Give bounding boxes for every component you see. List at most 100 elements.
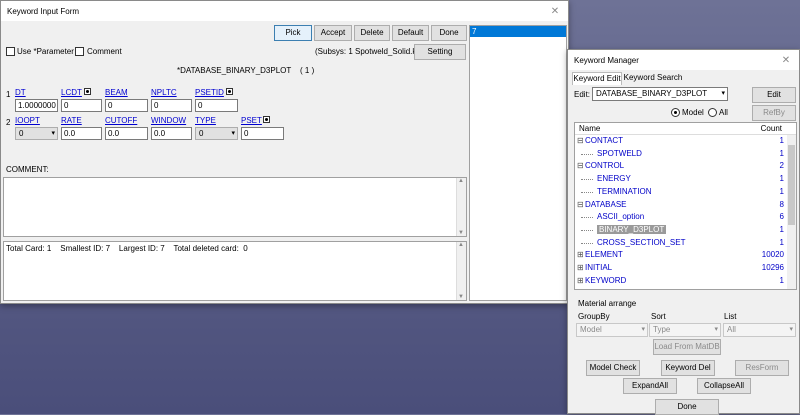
tree-item-name: ASCII_option bbox=[597, 212, 645, 222]
tree-row[interactable]: ⊞ ELEMENT 10020 bbox=[575, 250, 796, 262]
kif-titlebar[interactable]: Keyword Input Form ✕ bbox=[1, 1, 568, 21]
comment-textarea[interactable]: ▲ ▼ bbox=[3, 177, 467, 237]
type-label[interactable]: TYPE bbox=[195, 116, 216, 125]
edit-label: Edit: bbox=[574, 90, 591, 99]
psetid-pick-icon[interactable] bbox=[226, 88, 233, 95]
collapse-icon[interactable]: ⊟ bbox=[577, 136, 584, 145]
tree-scrollbar[interactable] bbox=[787, 135, 796, 289]
close-icon[interactable]: ✕ bbox=[548, 6, 562, 17]
all-radio[interactable] bbox=[708, 108, 717, 117]
tree-item-name: BINARY_D3PLOT bbox=[597, 224, 667, 234]
npltc-field[interactable]: 0 bbox=[151, 99, 192, 112]
type-select[interactable]: 0 ▾ bbox=[195, 127, 238, 140]
collapse-icon[interactable]: ⊟ bbox=[577, 200, 584, 209]
lcdt-field[interactable]: 0 bbox=[61, 99, 102, 112]
pset-pick-icon[interactable] bbox=[263, 116, 270, 123]
scroll-up-icon[interactable]: ▲ bbox=[458, 178, 464, 184]
comment-scrollbar[interactable]: ▲ ▼ bbox=[456, 178, 466, 236]
status-scrollbar[interactable]: ▲ ▼ bbox=[456, 242, 466, 300]
pset-field[interactable]: 0 bbox=[241, 127, 284, 140]
tree-row[interactable]: ASCII_option 6 bbox=[575, 212, 796, 224]
pick-button[interactable]: Pick bbox=[274, 25, 312, 41]
expand-icon[interactable]: ⊞ bbox=[577, 263, 584, 272]
accept-button[interactable]: Accept bbox=[314, 25, 352, 41]
model-check-button[interactable]: Model Check bbox=[586, 360, 640, 376]
tree-row[interactable]: ENERGY 1 bbox=[575, 174, 796, 186]
expand-icon[interactable]: ⊞ bbox=[577, 276, 584, 285]
ioopt-select[interactable]: 0 ▾ bbox=[15, 127, 58, 140]
tree-item-count: 1 bbox=[779, 136, 784, 145]
use-parameter-checkbox[interactable] bbox=[6, 47, 15, 56]
npltc-label[interactable]: NPLTC bbox=[151, 88, 177, 97]
load-from-matdb-button[interactable]: Load From MatDB bbox=[653, 339, 721, 355]
model-radio[interactable] bbox=[671, 108, 680, 117]
tree-row[interactable]: ⊟ DATABASE 8 bbox=[575, 200, 796, 212]
cutoff-label[interactable]: CUTOFF bbox=[105, 116, 137, 125]
pset-label[interactable]: PSET bbox=[241, 116, 262, 125]
tree-row[interactable]: CROSS_SECTION_SET 1 bbox=[575, 238, 796, 250]
rate-field[interactable]: 0.0 bbox=[61, 127, 102, 140]
tree-row[interactable]: TERMINATION 1 bbox=[575, 187, 796, 199]
expand-icon[interactable]: ⊞ bbox=[577, 250, 584, 259]
resform-button[interactable]: ResForm bbox=[735, 360, 789, 376]
tab-keyword-search[interactable]: Keyword Search bbox=[623, 72, 683, 84]
sort-label: Sort bbox=[651, 312, 666, 321]
list-select[interactable]: All ▾ bbox=[723, 323, 796, 337]
id-list-item[interactable]: 7 bbox=[470, 26, 566, 37]
refby-button[interactable]: RefBy bbox=[752, 105, 796, 121]
tree-row[interactable]: ⊞ INITIAL 10296 bbox=[575, 263, 796, 275]
setting-button[interactable]: Setting bbox=[414, 44, 466, 60]
keyword-del-button[interactable]: Keyword Del bbox=[661, 360, 715, 376]
dt-field[interactable]: 1.0000000 bbox=[15, 99, 58, 112]
km-title: Keyword Manager bbox=[574, 55, 639, 65]
dt-label[interactable]: DT bbox=[15, 88, 26, 97]
cutoff-field[interactable]: 0.0 bbox=[105, 127, 148, 140]
edit-keyword-select[interactable]: DATABASE_BINARY_D3PLOT ▾ bbox=[592, 87, 728, 101]
rate-label[interactable]: RATE bbox=[61, 116, 82, 125]
lcdt-pick-icon[interactable] bbox=[84, 88, 91, 95]
psetid-field[interactable]: 0 bbox=[195, 99, 238, 112]
tree-item-count: 1 bbox=[779, 224, 784, 234]
sort-value: Type bbox=[653, 325, 671, 334]
window-field[interactable]: 0.0 bbox=[151, 127, 192, 140]
collapse-icon[interactable]: ⊟ bbox=[577, 161, 584, 170]
chevron-down-icon: ▾ bbox=[641, 326, 645, 333]
tree-connector bbox=[581, 153, 593, 155]
tree-row[interactable]: ⊞ KEYWORD 1 bbox=[575, 276, 796, 288]
scroll-down-icon[interactable]: ▼ bbox=[458, 230, 464, 236]
tree-row[interactable]: ⊟ CONTACT 1 bbox=[575, 136, 796, 148]
tree-item-count: 10020 bbox=[761, 250, 784, 260]
tree-row[interactable]: SPOTWELD 1 bbox=[575, 149, 796, 161]
id-list-panel[interactable]: 7 bbox=[469, 25, 567, 301]
expandall-button[interactable]: ExpandAll bbox=[623, 378, 677, 394]
tree-connector bbox=[581, 229, 593, 231]
collapseall-button[interactable]: CollapseAll bbox=[697, 378, 751, 394]
tab-keyword-edit[interactable]: Keyword Edit bbox=[572, 72, 622, 85]
tree-row[interactable]: ⊟ CONTROL 2 bbox=[575, 161, 796, 173]
close-icon[interactable]: ✕ bbox=[779, 55, 793, 66]
km-titlebar[interactable]: Keyword Manager ✕ bbox=[568, 50, 799, 70]
edit-button[interactable]: Edit bbox=[752, 87, 796, 103]
km-done-button[interactable]: Done bbox=[655, 399, 719, 415]
scroll-down-icon[interactable]: ▼ bbox=[458, 294, 464, 300]
default-button[interactable]: Default bbox=[392, 25, 429, 41]
lcdt-label[interactable]: LCDT bbox=[61, 88, 82, 97]
window-label[interactable]: WINDOW bbox=[151, 116, 186, 125]
scroll-up-icon[interactable]: ▲ bbox=[458, 242, 464, 248]
tree-row[interactable]: BINARY_D3PLOT 1 bbox=[575, 224, 796, 237]
delete-button[interactable]: Delete bbox=[354, 25, 390, 41]
beam-label[interactable]: BEAM bbox=[105, 88, 128, 97]
keyword-heading: *DATABASE_BINARY_D3PLOT ( 1 ) bbox=[177, 66, 315, 75]
comment-checkbox-label: Comment bbox=[87, 47, 122, 56]
psetid-label[interactable]: PSETID bbox=[195, 88, 224, 97]
ioopt-label[interactable]: IOOPT bbox=[15, 116, 40, 125]
status-panel: Total Card: 1 Smallest ID: 7 Largest ID:… bbox=[3, 241, 467, 301]
keyword-tree[interactable]: Name Count ⊟ CONTACT 1 SPOTWELD 1 ⊟ CONTROL 2 EN… bbox=[574, 122, 797, 290]
comment-checkbox[interactable] bbox=[75, 47, 84, 56]
done-button[interactable]: Done bbox=[431, 25, 467, 41]
tree-scroll-thumb[interactable] bbox=[788, 145, 795, 225]
beam-field[interactable]: 0 bbox=[105, 99, 148, 112]
groupby-select[interactable]: Model ▾ bbox=[576, 323, 648, 337]
sort-select[interactable]: Type ▾ bbox=[649, 323, 721, 337]
subsys-label: (Subsys: 1 Spotweld_Solid.k) bbox=[315, 47, 420, 56]
